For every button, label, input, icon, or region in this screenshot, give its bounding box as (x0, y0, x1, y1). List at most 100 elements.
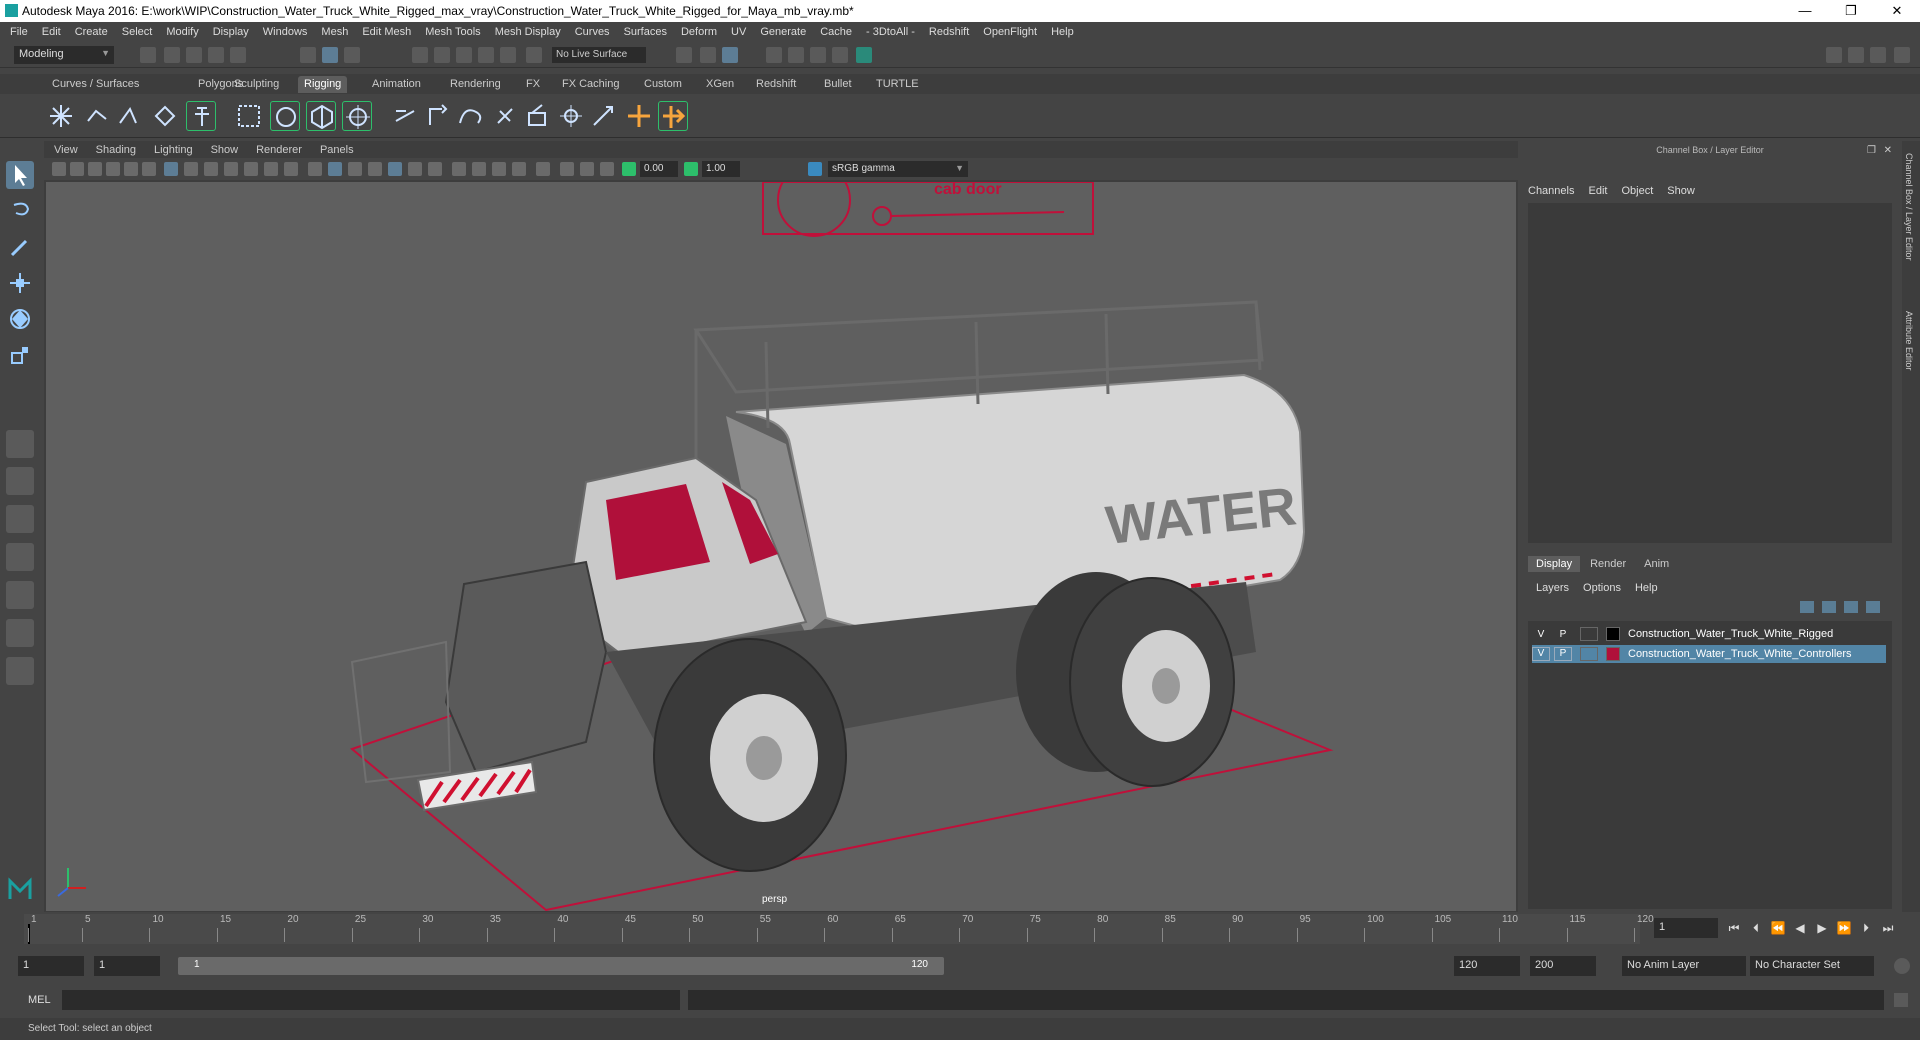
redo-icon[interactable] (230, 47, 246, 63)
gamma-icon[interactable] (684, 162, 698, 176)
tab-render[interactable]: Render (1582, 556, 1634, 572)
input-ops-icon[interactable] (676, 47, 692, 63)
tab-rigging[interactable]: Rigging (298, 76, 348, 93)
3d-viewport[interactable]: cab door WATER persp (46, 182, 1516, 911)
menu-3dtoall[interactable]: - 3DtoAll - (866, 26, 915, 38)
side-tab-channel-box[interactable]: Channel Box / Layer Editor (1904, 153, 1914, 261)
menu-uv[interactable]: UV (731, 26, 746, 38)
custom-layout-icon[interactable] (6, 619, 34, 647)
bind-skin-icon[interactable] (234, 101, 264, 131)
gate-mask-icon[interactable] (224, 162, 238, 176)
menu-display[interactable]: Display (213, 26, 249, 38)
layer-type-toggle[interactable] (1580, 627, 1598, 641)
modeling-toolkit-icon[interactable] (1826, 47, 1842, 63)
go-to-start-icon[interactable]: ⏮ (1726, 921, 1742, 935)
menu-edit-mesh[interactable]: Edit Mesh (362, 26, 411, 38)
humanik-icon[interactable] (186, 101, 216, 131)
step-back-frame-icon[interactable]: ⏴ (1748, 921, 1764, 935)
render-settings-icon[interactable] (832, 47, 848, 63)
cb-menu-channels[interactable]: Channels (1528, 185, 1574, 197)
le-menu-help[interactable]: Help (1635, 582, 1658, 594)
layer-row[interactable]: V P Construction_Water_Truck_White_Contr… (1532, 645, 1886, 663)
open-scene-icon[interactable] (164, 47, 180, 63)
quick-rig-icon[interactable] (150, 101, 180, 131)
menu-edit[interactable]: Edit (42, 26, 61, 38)
menu-file[interactable]: File (10, 26, 28, 38)
attribute-editor-icon[interactable] (1848, 47, 1864, 63)
orient-constraint-icon[interactable] (624, 101, 654, 131)
tab-display[interactable]: Display (1528, 556, 1581, 572)
le-menu-layers[interactable]: Layers (1536, 582, 1569, 594)
output-ops-icon[interactable] (700, 47, 716, 63)
field-chart-icon[interactable] (244, 162, 258, 176)
select-camera-icon[interactable] (52, 162, 66, 176)
isolate-select-icon[interactable] (536, 162, 550, 176)
playback-start-field[interactable]: 1 (94, 956, 160, 976)
shadows-icon[interactable] (428, 162, 442, 176)
snap-surface-icon[interactable] (500, 47, 516, 63)
paint-select-icon[interactable] (6, 233, 34, 261)
menu-help[interactable]: Help (1051, 26, 1074, 38)
vp-menu-show[interactable]: Show (211, 144, 239, 156)
close-button[interactable]: ✕ (1874, 0, 1920, 22)
menu-modify[interactable]: Modify (166, 26, 198, 38)
menu-mesh-tools[interactable]: Mesh Tools (425, 26, 480, 38)
playback-end-field[interactable]: 120 (1454, 956, 1520, 976)
tab-fx[interactable]: FX (520, 76, 546, 93)
bookmark-icon[interactable] (88, 162, 102, 176)
safe-action-icon[interactable] (264, 162, 278, 176)
script-editor-icon[interactable] (1894, 993, 1908, 1007)
menu-generate[interactable]: Generate (760, 26, 806, 38)
cb-menu-object[interactable]: Object (1621, 185, 1653, 197)
ik-spline-icon[interactable] (114, 101, 144, 131)
grid-icon[interactable] (164, 162, 178, 176)
tab-redshift[interactable]: Redshift (750, 76, 802, 93)
select-object-icon[interactable] (322, 47, 338, 63)
le-menu-options[interactable]: Options (1583, 582, 1621, 594)
cluster-icon[interactable] (342, 101, 372, 131)
gamma-field[interactable]: 1.00 (702, 161, 740, 177)
menu-cache[interactable]: Cache (820, 26, 852, 38)
panel-float-icon[interactable]: ❐ (1867, 145, 1876, 156)
resolution-gate-icon[interactable] (204, 162, 218, 176)
xray-icon[interactable] (368, 162, 382, 176)
layer-type-toggle[interactable] (1580, 647, 1598, 661)
ambient-occlusion-icon[interactable] (452, 162, 466, 176)
tab-sculpting[interactable]: Sculpting (228, 76, 285, 93)
go-to-end-icon[interactable]: ⏭ (1880, 921, 1896, 935)
layer-visibility-toggle[interactable]: V (1532, 629, 1550, 640)
tab-custom[interactable]: Custom (638, 76, 688, 93)
animation-end-field[interactable]: 200 (1530, 956, 1596, 976)
ipr-render-icon[interactable] (810, 47, 826, 63)
anim-layer-dropdown[interactable]: No Anim Layer (1622, 956, 1746, 976)
lattice-icon[interactable] (306, 101, 336, 131)
menu-select[interactable]: Select (122, 26, 153, 38)
use-all-lights-icon[interactable] (408, 162, 422, 176)
vp-menu-view[interactable]: View (54, 144, 78, 156)
panel-close-icon[interactable]: ✕ (1884, 145, 1892, 156)
scale-tool-icon[interactable] (6, 341, 34, 369)
new-layer-from-selected-icon[interactable] (1866, 601, 1880, 613)
menu-windows[interactable]: Windows (263, 26, 308, 38)
preferences-icon[interactable] (1894, 958, 1910, 974)
new-empty-layer-icon[interactable] (1844, 601, 1858, 613)
mel-language-toggle[interactable]: MEL (28, 994, 51, 1006)
hud-icon[interactable] (600, 162, 614, 176)
sculpt-deformer-icon[interactable] (490, 101, 520, 131)
menu-mesh[interactable]: Mesh (321, 26, 348, 38)
move-layer-up-icon[interactable] (1800, 601, 1814, 613)
cb-menu-edit[interactable]: Edit (1588, 185, 1607, 197)
persp-graph-layout-icon[interactable] (6, 543, 34, 571)
textured-icon[interactable] (388, 162, 402, 176)
menu-set-dropdown[interactable]: Modeling ▼ (14, 46, 114, 64)
snap-grid-icon[interactable] (412, 47, 428, 63)
select-hierarchy-icon[interactable] (300, 47, 316, 63)
vp-menu-lighting[interactable]: Lighting (154, 144, 193, 156)
rotate-tool-icon[interactable] (6, 305, 34, 333)
tab-fx-caching[interactable]: FX Caching (556, 76, 625, 93)
paint-weights-icon[interactable] (270, 101, 300, 131)
step-forward-frame-icon[interactable]: ⏵ (1858, 921, 1874, 935)
color-management-icon[interactable] (808, 162, 822, 176)
xray-active-components-icon[interactable] (580, 162, 594, 176)
undo-icon[interactable] (208, 47, 224, 63)
